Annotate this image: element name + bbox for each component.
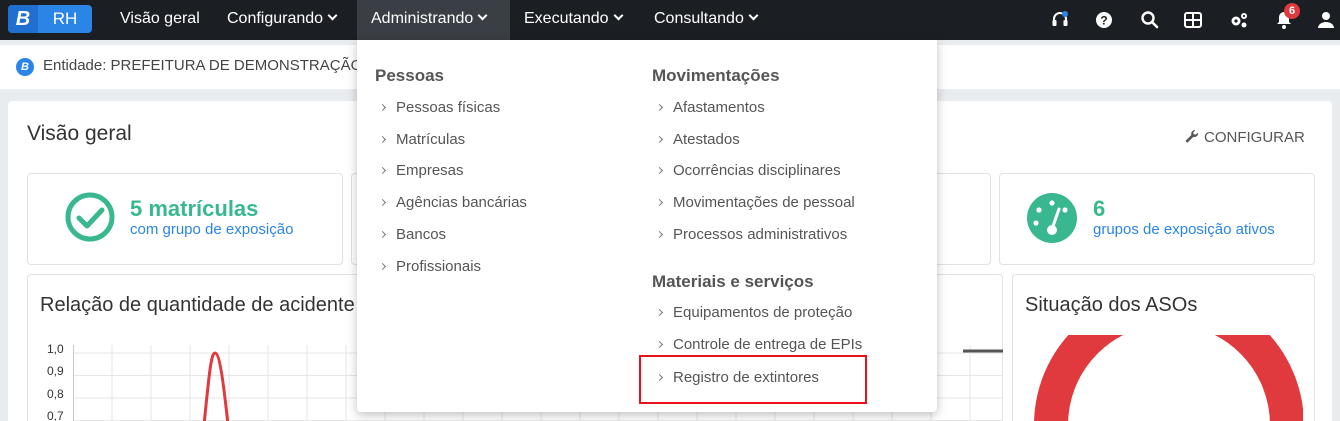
asos-chart-card: Situação dos ASOs bbox=[1012, 274, 1315, 421]
menu-item-movimentacoes-de-pessoal[interactable]: Movimentações de pessoal bbox=[655, 194, 855, 211]
chevron-right-icon bbox=[378, 230, 387, 239]
menu-item-ocorrencias-disciplinares[interactable]: Ocorrências disciplinares bbox=[655, 162, 841, 179]
menu-item-label: Empresas bbox=[396, 162, 464, 179]
gauge-icon bbox=[1027, 193, 1077, 243]
chart-title: Situação dos ASOs bbox=[1025, 294, 1198, 316]
menu-item-atestados[interactable]: Atestados bbox=[655, 131, 740, 148]
nav-visao-geral[interactable]: Visão geral bbox=[106, 0, 214, 40]
entity-logo-icon: B bbox=[16, 58, 34, 76]
check-circle-icon bbox=[65, 192, 115, 242]
search-icon[interactable] bbox=[1140, 10, 1160, 30]
grupos-card: 6 grupos de exposição ativos bbox=[999, 173, 1315, 265]
entity-label[interactable]: Entidade: PREFEITURA DE DEMONSTRAÇÃO bbox=[43, 57, 362, 74]
nav-label: Visão geral bbox=[120, 10, 200, 27]
menu-item-label: Matrículas bbox=[396, 131, 466, 148]
app-logo[interactable]: B RH bbox=[8, 5, 92, 33]
chevron-right-icon bbox=[655, 230, 664, 239]
menu-item-label: Ocorrências disciplinares bbox=[673, 162, 841, 179]
svg-text:?: ? bbox=[1100, 14, 1107, 28]
top-navbar: B RH Visão geral Configurando Administra… bbox=[0, 0, 1340, 40]
matriculas-caption[interactable]: com grupo de exposição bbox=[130, 221, 293, 238]
menu-item-label: Afastamentos bbox=[673, 99, 765, 116]
matriculas-card: 5 matrículas com grupo de exposição bbox=[27, 173, 343, 265]
chevron-right-icon bbox=[655, 166, 664, 175]
support-icon[interactable] bbox=[1050, 10, 1070, 30]
menu-item-label: Bancos bbox=[396, 226, 447, 243]
chevron-right-icon bbox=[378, 198, 387, 207]
menu-heading-materiais: Materiais e serviços bbox=[652, 272, 814, 291]
menu-item-label: Processos administrativos bbox=[673, 226, 848, 243]
nav-administrando[interactable]: Administrando bbox=[357, 0, 510, 40]
chevron-right-icon bbox=[655, 308, 664, 317]
menu-item-matriculas[interactable]: Matrículas bbox=[378, 131, 466, 148]
chevron-down-icon bbox=[748, 10, 759, 21]
configure-label: CONFIGURAR bbox=[1204, 129, 1305, 146]
y-tick-label: 0,9 bbox=[47, 364, 64, 378]
settings-icon[interactable] bbox=[1229, 10, 1249, 30]
asos-donut bbox=[1034, 335, 1303, 421]
menu-item-processos-administrativos[interactable]: Processos administrativos bbox=[655, 226, 848, 243]
y-tick-label: 0,7 bbox=[47, 409, 64, 421]
chevron-right-icon bbox=[378, 103, 387, 112]
grupos-caption[interactable]: grupos de exposição ativos bbox=[1093, 221, 1275, 238]
nav-label: Executando bbox=[524, 10, 609, 27]
menu-item-label: Movimentações de pessoal bbox=[673, 194, 855, 211]
summary-card bbox=[930, 173, 991, 265]
nav-executando[interactable]: Executando bbox=[510, 0, 636, 40]
apps-grid-icon[interactable] bbox=[1183, 10, 1203, 30]
highlight-box bbox=[639, 355, 867, 404]
chevron-down-icon bbox=[613, 10, 623, 21]
menu-heading-pessoas: Pessoas bbox=[375, 66, 444, 85]
series-line bbox=[202, 351, 230, 421]
chevron-right-icon bbox=[378, 166, 387, 175]
logo-rh: RH bbox=[52, 9, 78, 28]
nav-configurando[interactable]: Configurando bbox=[213, 0, 350, 40]
nav-label: Configurando bbox=[227, 10, 324, 27]
y-tick-label: 0,8 bbox=[47, 387, 64, 401]
chevron-right-icon bbox=[378, 135, 387, 144]
menu-item-label: Profissionais bbox=[396, 258, 482, 275]
nav-label: Administrando bbox=[371, 10, 474, 27]
chevron-right-icon bbox=[378, 262, 387, 271]
menu-item-label: Atestados bbox=[673, 131, 740, 148]
matriculas-value: 5 matrículas bbox=[130, 196, 259, 221]
nav-label: Consultando bbox=[654, 10, 744, 27]
chevron-right-icon bbox=[655, 340, 664, 349]
menu-item-controle-entrega-epis[interactable]: Controle de entrega de EPIs bbox=[655, 336, 863, 353]
logo-letter: B bbox=[8, 5, 38, 33]
menu-item-label: Controle de entrega de EPIs bbox=[673, 336, 863, 353]
menu-item-empresas[interactable]: Empresas bbox=[378, 162, 464, 179]
menu-item-label: Equipamentos de proteção bbox=[673, 304, 853, 321]
help-icon[interactable]: ? bbox=[1094, 10, 1114, 30]
grupos-value: 6 bbox=[1093, 196, 1106, 221]
notification-badge: 6 bbox=[1284, 3, 1300, 19]
user-icon[interactable] bbox=[1316, 10, 1336, 30]
chevron-right-icon bbox=[655, 198, 664, 207]
chevron-right-icon bbox=[655, 103, 664, 112]
menu-item-label: Agências bancárias bbox=[396, 194, 527, 211]
menu-item-bancos[interactable]: Bancos bbox=[378, 226, 447, 243]
configure-button[interactable]: CONFIGURAR bbox=[1185, 129, 1305, 146]
chevron-down-icon bbox=[477, 10, 488, 21]
page-title: Visão geral bbox=[27, 122, 132, 145]
chevron-right-icon bbox=[655, 135, 664, 144]
menu-item-pessoas-fisicas[interactable]: Pessoas físicas bbox=[378, 99, 501, 116]
menu-item-agencias-bancarias[interactable]: Agências bancárias bbox=[378, 194, 527, 211]
menu-item-label: Pessoas físicas bbox=[396, 99, 501, 116]
menu-item-afastamentos[interactable]: Afastamentos bbox=[655, 99, 765, 116]
nav-consultando[interactable]: Consultando bbox=[640, 0, 771, 40]
chevron-down-icon bbox=[327, 10, 338, 21]
donut-slice bbox=[1034, 335, 1303, 421]
wrench-icon bbox=[1185, 130, 1199, 143]
y-tick-label: 1,0 bbox=[47, 342, 64, 356]
menu-item-equipamentos-de-protecao[interactable]: Equipamentos de proteção bbox=[655, 304, 853, 321]
menu-item-profissionais[interactable]: Profissionais bbox=[378, 258, 482, 275]
menu-heading-movimentacoes: Movimentações bbox=[652, 66, 780, 85]
chart-title: Relação de quantidade de acidente bbox=[40, 294, 355, 316]
